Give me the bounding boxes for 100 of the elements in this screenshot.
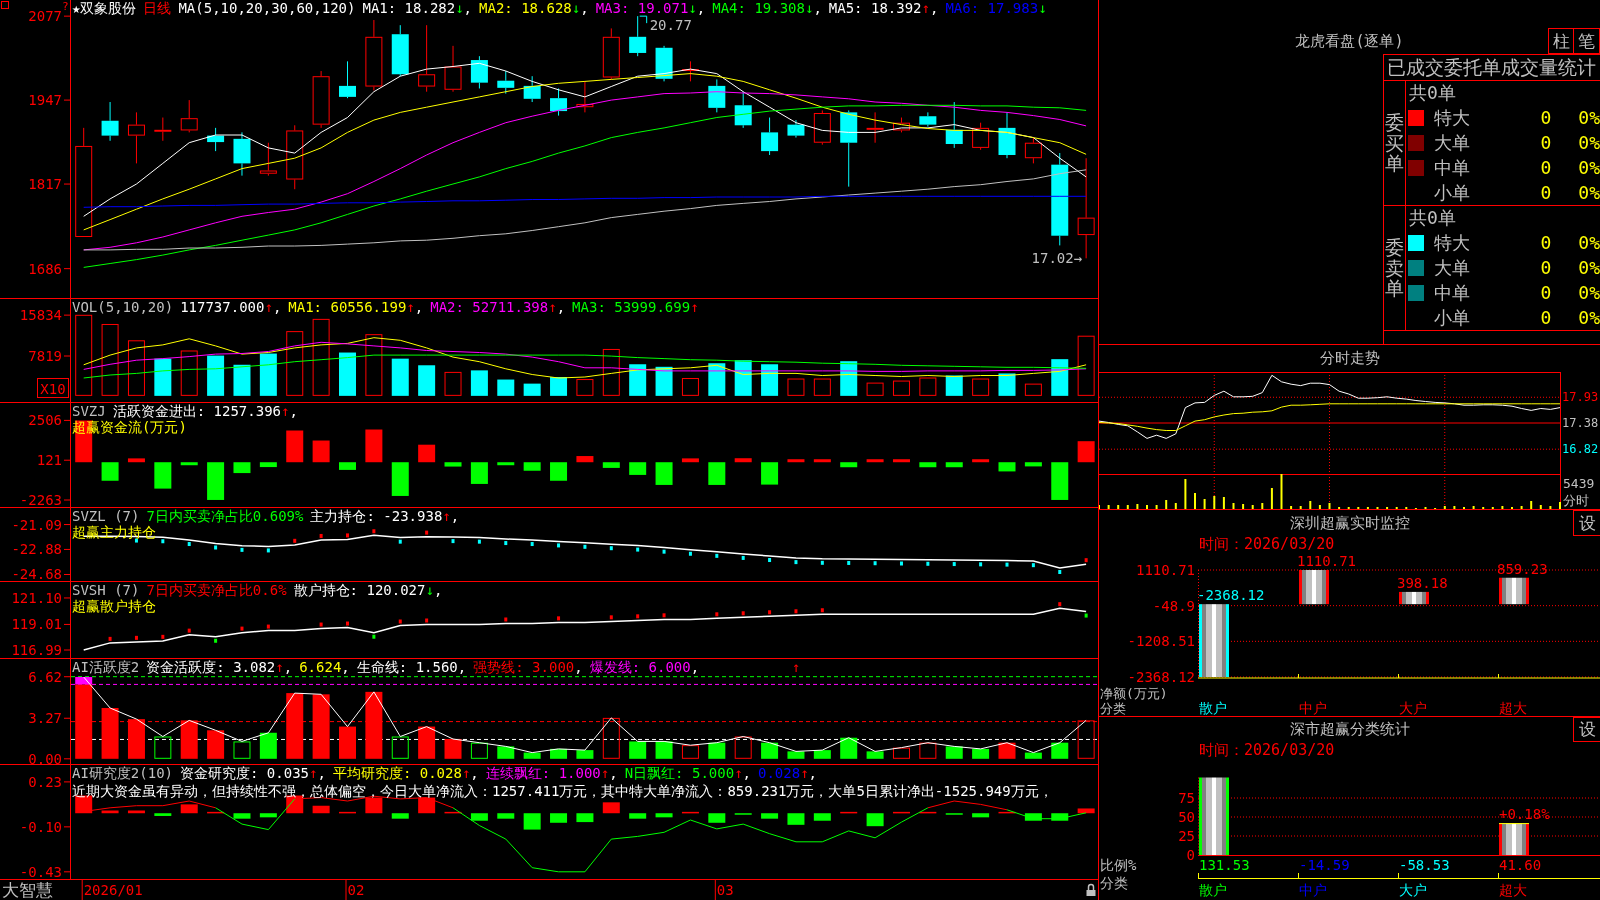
order-count: 0 [1540,307,1552,328]
panel-title: 分时走势 [1319,349,1380,368]
legend-item: MA3: 53999.699↑ [572,299,699,315]
panel-title: 深市超赢分类统计 [1289,720,1410,739]
group-label: 委买单 [1385,111,1404,175]
axis-label: 50 [1178,809,1195,825]
group-label: 委卖单 [1385,236,1404,300]
legend-item: 资金研究度: 0.035↑, [180,765,326,781]
axis-label: 2077 [28,8,62,25]
candlestick [893,117,910,133]
axis-label: 7819 [28,348,62,364]
order-count: 0 [1540,107,1552,128]
legend-item: 连续飘红: 1.000↑, [485,765,618,781]
category-label: 超大 [1499,700,1527,716]
legend-item: ★双象股份 [72,0,137,16]
legend-item: 主力持仓: -23.938↑, [310,508,460,524]
price-axis-label: 17.38 [1562,416,1599,430]
axis-label: -22.88 [11,541,62,558]
candlestick [655,45,673,82]
axis-label: 25 [1178,828,1195,844]
candlestick [602,27,620,80]
date-axis-label: 2026/01 [83,882,143,898]
axis-label: 0.23 [28,773,62,790]
candlestick [972,122,990,151]
order-size-label: 中单 [1434,155,1470,180]
value-label: 1110.71 [1297,553,1356,569]
axis-label: 2506 [28,412,62,429]
legend-item: 117737.000↑, [180,299,282,315]
order-count: 0 [1540,157,1552,178]
order-size-label: 特大 [1434,230,1470,255]
axis-title: 净额(万元) [1100,685,1168,701]
axis-label: -2263 [19,492,62,507]
category-label: 散户 [1199,882,1227,898]
order-size-label: 大单 [1434,130,1470,155]
candlestick [180,99,198,133]
axis-label: 1947 [28,92,62,109]
legend-item: MA1: 18.282↓, [362,0,473,16]
order-size-label: 中单 [1434,280,1470,305]
chart-mode-button[interactable]: 笔 [1574,28,1600,54]
candlestick [101,101,119,142]
order-size-label: 小单 [1434,305,1470,330]
lock-icon[interactable] [1086,883,1096,896]
candlestick [339,60,356,99]
square-icon[interactable] [1,1,9,9]
legend-item: MA4: 19.308↓, [712,0,822,16]
axis-label: 1817 [28,176,62,193]
candlestick [681,60,699,82]
candlestick [365,19,383,91]
legend-item: MA6: 17.983↓ [945,0,1047,16]
legend-item: 散户持仓: 120.027↓, [293,582,443,598]
axis-title: 分类 [1100,700,1126,716]
axis-title: 比例% [1100,857,1137,873]
legend-item: 日线 [143,0,172,16]
candlestick [444,45,462,93]
order-total: 共0单 [1409,81,1456,105]
axis-label: -0.43 [19,863,62,879]
axis-label: -1208.51 [1127,633,1195,650]
ratio-value: -58.53 [1399,857,1450,873]
legend-item: MA3: 19.071↓, [595,0,706,16]
legend-item: MA2: 18.628↓, [479,0,589,16]
candlestick [945,101,963,149]
legend-item: MA5: 18.392↑, [828,0,939,16]
chart-mode-button[interactable]: 柱 [1548,28,1574,54]
axis-label: 121 [36,452,62,469]
table-heading: 已成交委托单成交量统计 [1386,54,1596,80]
axis-label: -2368.12 [1127,669,1195,685]
candlestick [866,111,884,144]
settings-button[interactable]: 设 [1573,717,1600,742]
axis-label: 1686 [28,260,62,277]
change-label: +0.18% [1499,806,1550,823]
candlestick [312,70,330,129]
legend-item: 7日内买卖净占比0.6% [146,582,287,598]
date-axis-label: 03 [716,882,734,898]
analysis-note: 近期大资金虽有异动，但持续性不强，总体偏空，今日大单净流入：1257.411万元，其中特大单净流入：859.231万元，大单5日累计净出-1525.949万元， [72,783,1053,799]
axis-label: -24.68 [11,566,62,581]
value-label: -2368.12 [1197,587,1265,604]
candlestick [550,87,568,117]
order-percent: 0% [1578,232,1600,253]
candlestick [813,109,831,146]
brand-label: 大智慧 [2,880,53,900]
category-label: 大户 [1399,882,1427,898]
candlestick [708,78,726,113]
legend-item: AI研究度2(10) [72,765,173,781]
date-label: 时间：2026/03/20 [1199,535,1335,554]
candlestick [629,15,647,57]
order-percent: 0% [1578,132,1600,153]
panel-title: 深圳超赢实时监控 [1289,513,1410,533]
scale-multiplier: X10 [37,378,69,398]
settings-button[interactable]: 设 [1573,510,1600,536]
candlestick [497,70,515,95]
legend-item: MA2: 52711.398↑, [430,299,566,315]
order-percent: 0% [1578,257,1600,278]
help-mark[interactable]: ? [62,0,69,13]
order-count: 0 [1540,182,1552,203]
legend-item: VOL(5,10,20) [72,299,174,315]
price-axis-label: 16.82 [1562,442,1599,457]
axis-label: -21.09 [11,516,62,533]
legend-item: N日飘红: 5.000↑, [624,765,751,781]
legend-item: MA(5,10,20,30,60,120) [178,0,356,16]
order-count: 0 [1540,282,1552,303]
